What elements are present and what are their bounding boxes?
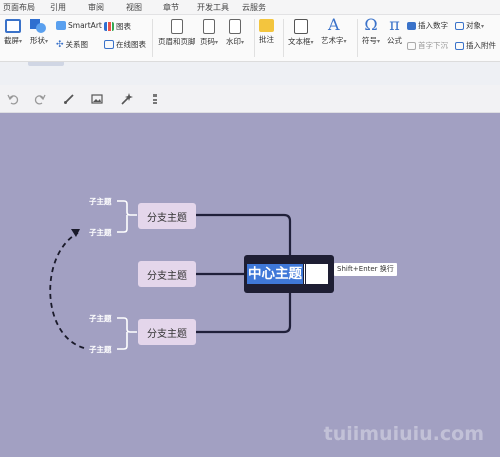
magic-wand-icon[interactable]	[119, 91, 135, 107]
first-sink-label: 首字下沉	[418, 41, 448, 50]
document-strip	[0, 62, 500, 85]
newline-hint-tooltip: Shift+Enter 换行	[334, 263, 397, 276]
image-icon[interactable]	[89, 91, 105, 107]
screenshot-icon	[5, 19, 21, 33]
page-number-label: 页码	[200, 37, 215, 46]
ribbon-divider	[152, 19, 153, 57]
text-cursor	[304, 264, 305, 284]
comment-label: 批注	[259, 35, 274, 44]
header-footer-icon	[170, 19, 183, 34]
smartart-label: SmartArt	[68, 21, 102, 30]
ribbon-divider	[254, 19, 255, 57]
undo-icon[interactable]	[5, 91, 21, 107]
subtopic-3[interactable]: 子主题	[89, 313, 112, 324]
formula-label: 公式	[387, 36, 402, 45]
online-chart-label: 在线图表	[116, 40, 146, 49]
page-number-button[interactable]: 页码▾	[200, 19, 218, 47]
formula-button[interactable]: π 公式	[387, 17, 402, 46]
ribbon-tab-bar: 页面布局 引用 审阅 视图 章节 开发工具 云服务	[0, 0, 500, 15]
watermark-icon	[229, 19, 241, 34]
smartart-button[interactable]: SmartArt	[56, 21, 102, 30]
ribbon-divider	[283, 19, 284, 57]
branch-topic-1[interactable]: 分支主题	[138, 203, 196, 229]
comment-button[interactable]: 批注	[259, 19, 274, 45]
textbox-icon	[293, 19, 308, 34]
subtopic-2[interactable]: 子主题	[89, 227, 112, 238]
insert-attachment-button[interactable]: 插入附件	[455, 40, 496, 51]
shape-button[interactable]: 形状▾	[30, 19, 48, 46]
object-button[interactable]: 对象▾	[455, 20, 484, 31]
ribbon-toolbar: 截屏▾ 形状▾ SmartArt ✣ 关系图 图表 在线图表 页眉和页脚 页码▾	[0, 15, 500, 62]
header-footer-label: 页眉和页脚	[158, 37, 196, 46]
tab-page-layout[interactable]: 页面布局	[3, 2, 35, 13]
attachment-icon	[455, 41, 464, 50]
branch-topic-2[interactable]: 分支主题	[138, 261, 196, 287]
relation-icon: ✣	[56, 39, 64, 50]
subtopic-1[interactable]: 子主题	[89, 196, 112, 207]
chart-icon	[104, 22, 114, 31]
redo-icon[interactable]	[32, 91, 48, 107]
symbol-button[interactable]: Ω 符号▾	[362, 17, 380, 46]
symbol-label: 符号	[362, 36, 377, 45]
watermark-button[interactable]: 水印▾	[226, 19, 244, 47]
wordart-label: 艺术字	[321, 36, 344, 45]
tab-view[interactable]: 视图	[126, 2, 142, 13]
tab-developer[interactable]: 开发工具	[197, 2, 229, 13]
shape-icon	[30, 19, 48, 33]
object-label: 对象	[466, 21, 481, 30]
central-topic-text[interactable]: 中心主题	[247, 264, 303, 284]
omega-icon: Ω	[364, 15, 378, 34]
tab-references[interactable]: 引用	[50, 2, 66, 13]
mindmap-toolbar	[0, 85, 500, 113]
mindmap-canvas[interactable]: 分支主题 分支主题 分支主题 子主题 子主题 子主题 子主题 中心主题 Shif…	[0, 113, 500, 457]
pi-icon: π	[389, 15, 400, 34]
smartart-icon	[56, 21, 66, 30]
brush-icon[interactable]	[61, 91, 77, 107]
screenshot-button[interactable]: 截屏▾	[4, 19, 22, 46]
tab-cloud-services[interactable]: 云服务	[242, 2, 266, 13]
insert-attachment-label: 插入附件	[466, 41, 496, 50]
wordart-button[interactable]: A 艺术字▾	[321, 17, 347, 46]
textbox-button[interactable]: 文本框▾	[288, 19, 314, 47]
wordart-icon: A	[327, 15, 340, 34]
dropcap-icon	[407, 41, 416, 50]
watermark-text: tuiimuiuiu.com	[323, 423, 484, 445]
relation-chart-button[interactable]: ✣ 关系图	[56, 39, 88, 50]
shape-label: 形状	[30, 36, 45, 45]
screenshot-label: 截屏	[4, 36, 19, 45]
ribbon-divider	[357, 19, 358, 57]
header-footer-button[interactable]: 页眉和页脚	[158, 19, 196, 47]
online-chart-icon	[104, 40, 114, 49]
insert-number-button[interactable]: 插入数字	[407, 20, 448, 31]
object-icon	[455, 21, 464, 30]
page-number-icon	[203, 19, 215, 34]
central-topic[interactable]: 中心主题	[244, 255, 334, 293]
chart-label: 图表	[116, 22, 131, 31]
tab-chapter[interactable]: 章节	[163, 2, 179, 13]
subtopic-4[interactable]: 子主题	[89, 344, 112, 355]
watermark-label: 水印	[226, 37, 241, 46]
relation-label: 关系图	[65, 40, 89, 49]
first-sink-button[interactable]: 首字下沉	[407, 40, 448, 51]
comment-icon	[259, 19, 274, 32]
align-icon[interactable]	[147, 91, 163, 107]
branch-topic-3[interactable]: 分支主题	[138, 319, 196, 345]
number-icon	[407, 21, 416, 30]
chart-button[interactable]: 图表	[104, 21, 131, 32]
tab-review[interactable]: 审阅	[88, 2, 104, 13]
textbox-label: 文本框	[288, 37, 311, 46]
online-chart-button[interactable]: 在线图表	[104, 39, 146, 50]
document-tab-edge	[28, 62, 64, 66]
insert-number-label: 插入数字	[418, 21, 448, 30]
text-edit-box[interactable]	[306, 264, 328, 284]
